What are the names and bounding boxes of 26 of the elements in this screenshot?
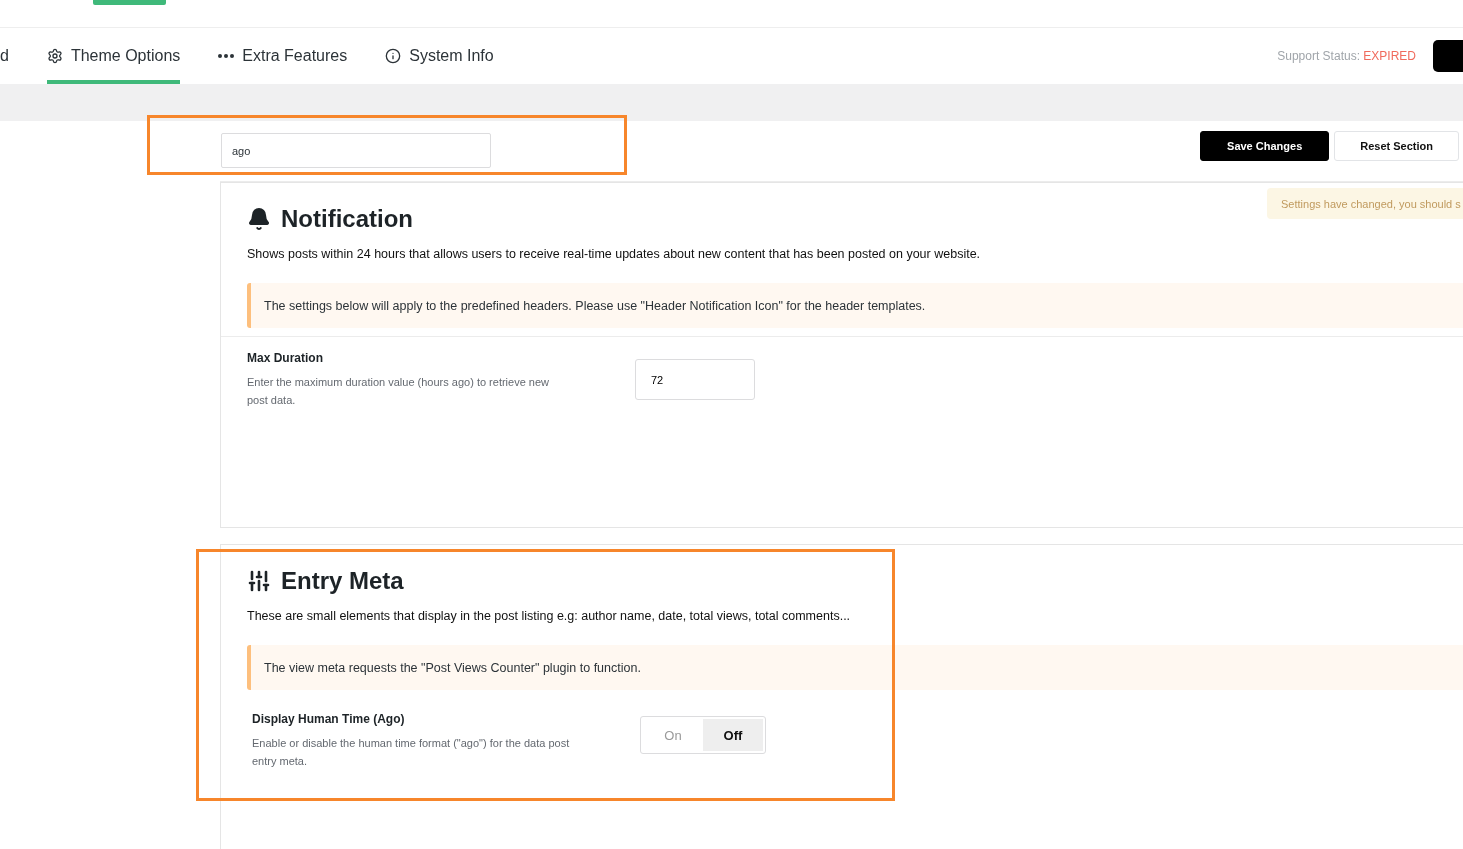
- tab[interactable]: Extra Features: [218, 28, 348, 84]
- sliders-icon: [247, 569, 271, 593]
- field-help: Enable or disable the human time format ("ago") for the data post entry meta.: [252, 736, 571, 769]
- header-button[interactable]: [1433, 40, 1463, 72]
- notice: Settings have changed, you should s: [1267, 188, 1463, 219]
- section-description: Shows posts within 24 hours that allows users to receive real-time updates about new content that has been posted on your website.: [247, 247, 982, 261]
- info-note: The view meta requests the "Post Views Counter" plugin to function.: [247, 645, 1463, 690]
- info-icon: [385, 48, 402, 64]
- tab[interactable]: System Info: [385, 28, 494, 84]
- info-note: The settings below will apply to the predefined headers. Please use "Header Notification Icon" for the header templates.: [247, 283, 1463, 328]
- tab[interactable]: d: [0, 28, 9, 84]
- support-status: Support Status: EXPIRED: [1277, 49, 1416, 63]
- dots-icon: [218, 54, 235, 58]
- field-label: Display Human Time (Ago): [252, 712, 406, 726]
- section-description: These are small elements that display in the post listing e.g: author name, date, total views, total comments...: [247, 609, 852, 623]
- section-title: Entry Meta: [281, 567, 404, 595]
- toggle-option[interactable]: Off: [703, 719, 763, 751]
- reset-button[interactable]: Reset Section: [1334, 131, 1459, 161]
- gear-icon: [46, 48, 63, 64]
- save-button[interactable]: Save Changes: [1200, 131, 1330, 161]
- section-title: Notification: [281, 205, 413, 233]
- search-field[interactable]: ago: [221, 133, 491, 168]
- field-help: Enter the maximum duration value (hours ago) to retrieve new post data.: [247, 375, 551, 408]
- bell-icon: [247, 207, 271, 231]
- input-field[interactable]: 72: [635, 359, 755, 400]
- field-label: Max Duration: [247, 351, 324, 365]
